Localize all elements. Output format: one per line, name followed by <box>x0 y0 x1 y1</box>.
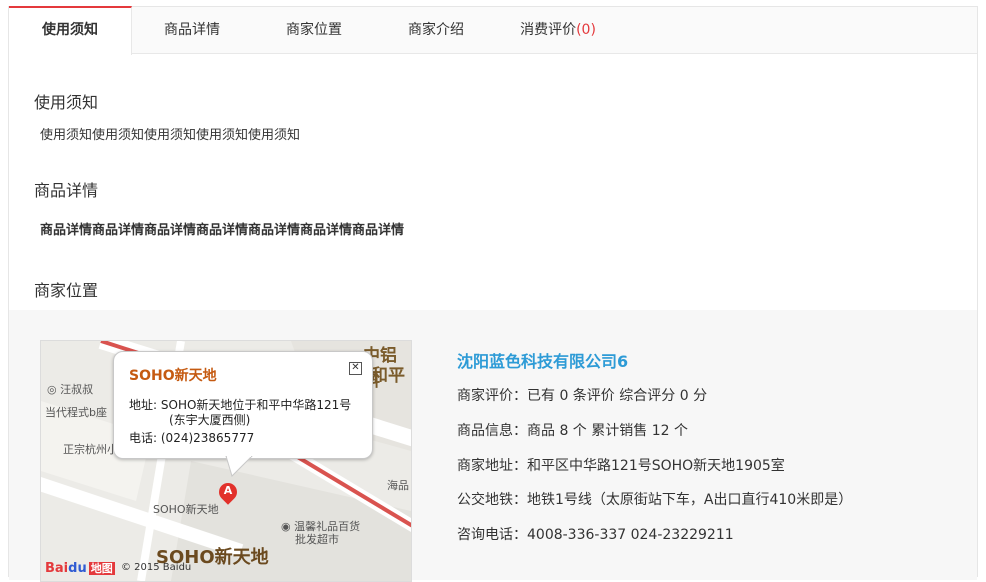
phone-label: 电话: <box>129 431 158 445</box>
tab-product-detail[interactable]: 商品详情 <box>131 7 253 53</box>
tab-label: 商品详情 <box>164 22 220 38</box>
map-label-wenxin2: 批发超市 <box>295 533 339 546</box>
tab-label: 使用须知 <box>42 22 98 38</box>
baidu-map[interactable]: ◎ 汪叔叔 当代程式b座 正宗杭州小 SOHO新天地 SOHO新天地 中铝科 和… <box>40 340 412 582</box>
map-info-popup: SOHO新天地 ✕ 地址: SOHO新天地位于和平中华路121号 (东宇大厦西侧… <box>113 351 373 477</box>
review-count: (0) <box>576 22 596 38</box>
detail-text: 商品详情商品详情商品详情商品详情商品详情商品详情商品详情 <box>40 223 405 238</box>
popup-address-line2: (东宇大厦西侧) <box>169 413 251 427</box>
map-copyright: © 2015 Baidu <box>121 562 192 573</box>
map-marker-label: A <box>223 484 233 497</box>
tab-merchant-intro[interactable]: 商家介绍 <box>375 7 497 53</box>
merchant-address: 商家地址：和平区中华路121号SOHO新天地1905室 <box>457 458 785 474</box>
tab-merchant-location[interactable]: 商家位置 <box>253 7 375 53</box>
tab-label: 商家介绍 <box>408 22 464 38</box>
tab-bar: 使用须知 商品详情 商家位置 商家介绍 消费评价(0) <box>9 6 977 55</box>
phone-value: (024)23865777 <box>160 431 255 445</box>
map-label-dangdai: 当代程式b座 <box>45 406 107 419</box>
map-label-heping: 和平 <box>371 366 405 386</box>
merchant-phone: 咨询电话：4008-336-337 024-23229211 <box>457 527 734 543</box>
map-label-haipin: 海品 <box>387 479 409 492</box>
map-label-wangshushu: ◎ 汪叔叔 <box>47 383 94 396</box>
section-title-detail: 商品详情 <box>34 181 99 200</box>
tab-usage-notice[interactable]: 使用须知 <box>9 6 132 55</box>
merchant-rating: 商家评价：已有 0 条评价 综合评分 0 分 <box>457 388 708 404</box>
product-detail-panel: 使用须知 商品详情 商家位置 商家介绍 消费评价(0) 使用须知 使用须知使用须… <box>8 6 978 582</box>
popup-phone: 电话: (024)23865777 <box>129 429 254 446</box>
map-label-soho-small: SOHO新天地 <box>153 503 219 516</box>
popup-pointer <box>225 456 253 477</box>
popup-title: SOHO新天地 <box>129 368 217 384</box>
tab-label: 消费评价 <box>520 22 577 38</box>
notice-text: 使用须知使用须知使用须知使用须知使用须知 <box>40 128 301 143</box>
merchant-name-link[interactable]: 沈阳蓝色科技有限公司6 <box>457 348 628 372</box>
merchant-transit: 公交地铁：地铁1号线（太原街站下车，A出口直行410米即是） <box>457 492 853 508</box>
address-value: SOHO新天地位于和平中华路121号 <box>160 398 352 412</box>
section-title-location: 商家位置 <box>34 281 99 300</box>
baidu-map-logo: Baidu 地图 <box>45 560 115 576</box>
tab-label: 商家位置 <box>286 22 342 38</box>
section-title-notice: 使用须知 <box>34 93 99 112</box>
address-label: 地址: <box>129 398 158 412</box>
map-label-zhengzong: 正宗杭州小 <box>63 443 118 456</box>
tab-reviews[interactable]: 消费评价(0) <box>497 7 619 53</box>
merchant-goods: 商品信息：商品 8 个 累计销售 12 个 <box>457 423 688 439</box>
close-icon[interactable]: ✕ <box>349 362 362 375</box>
map-label-text: 汪叔叔 <box>60 383 94 396</box>
